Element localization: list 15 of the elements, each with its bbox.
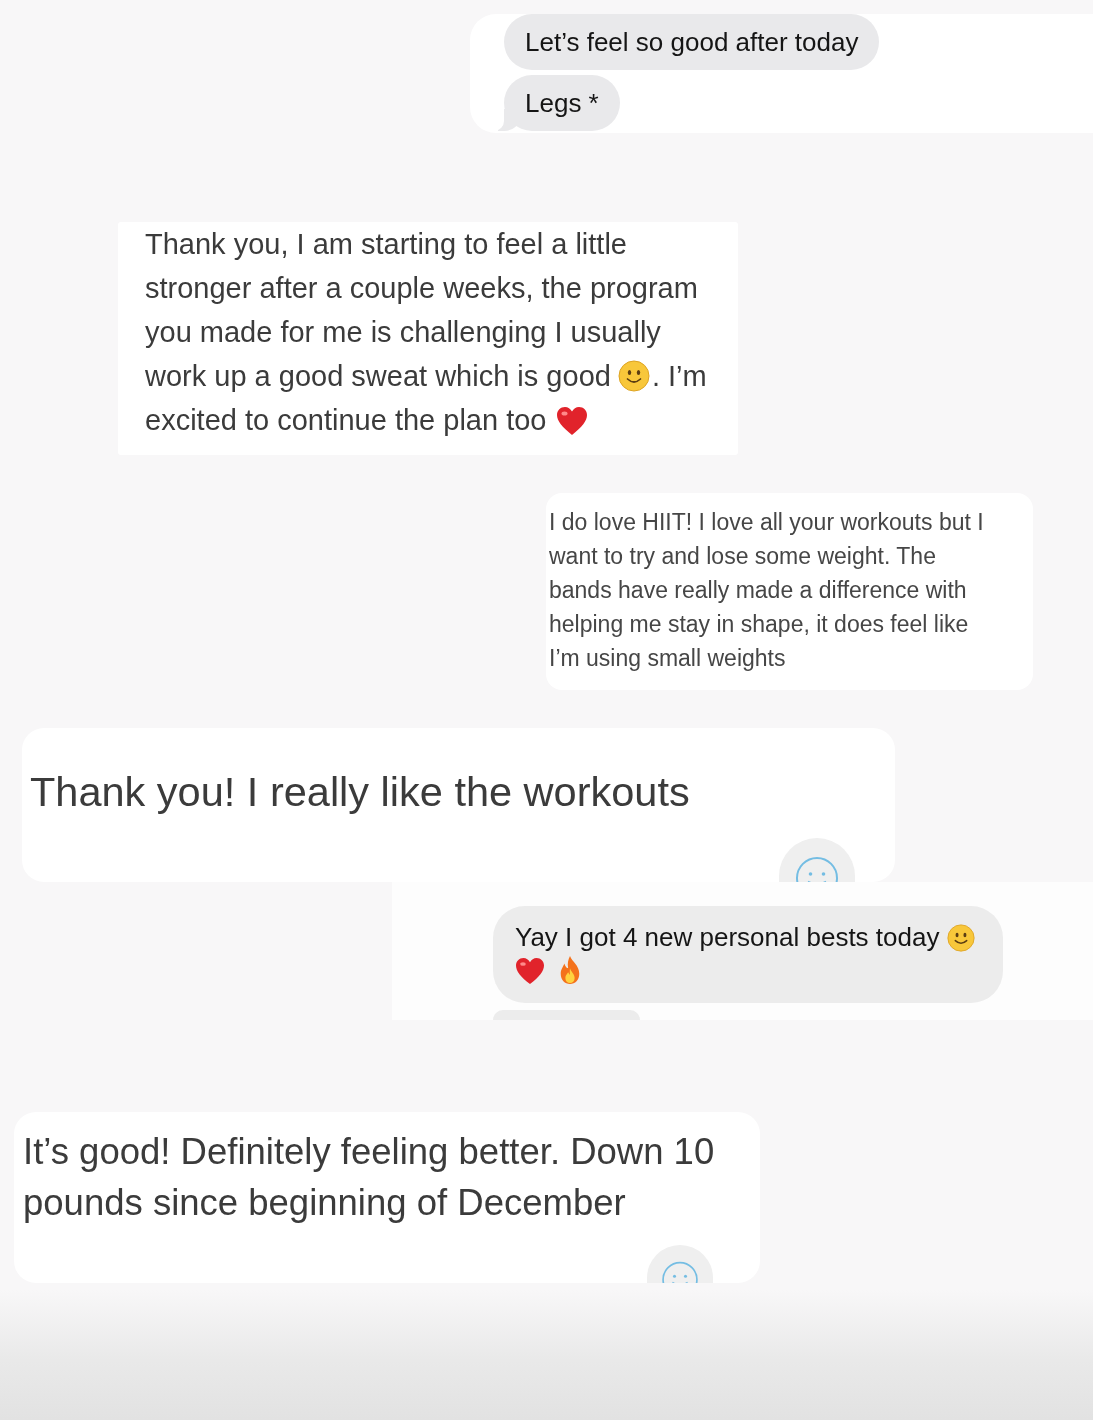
smiley-emoji-icon bbox=[947, 924, 976, 952]
heart-emoji-icon bbox=[515, 957, 545, 985]
message-text: Let’s feel so good after today bbox=[525, 26, 859, 59]
message-text: Thank you, I am starting to feel a little stronger after a couple weeks, the program you made for me is challenging I usually work up a good sweat which is good . I’m excited to continue the plan too bbox=[145, 227, 708, 438]
reaction-button[interactable] bbox=[647, 1245, 713, 1283]
message-text: Yay I got 4 new personal bests today bbox=[515, 921, 985, 987]
message-text: Thank you! I really like the workouts bbox=[30, 768, 690, 816]
message-text: I do love HIIT! I love all your workouts but I want to try and lose some weight. The bands have really made a difference with helping me stay in shape, it does feel like I’m using small weights bbox=[549, 508, 985, 673]
smiley-icon bbox=[661, 1261, 699, 1283]
message-text: Legs * bbox=[525, 87, 599, 120]
reaction-button[interactable] bbox=[779, 838, 855, 882]
heart-emoji-icon bbox=[556, 406, 589, 436]
smiley-emoji-icon bbox=[617, 360, 650, 392]
smiley-icon bbox=[795, 856, 839, 882]
message-text: It’s good! Definitely feeling better. Down 10 pounds since beginning of December bbox=[23, 1130, 716, 1225]
